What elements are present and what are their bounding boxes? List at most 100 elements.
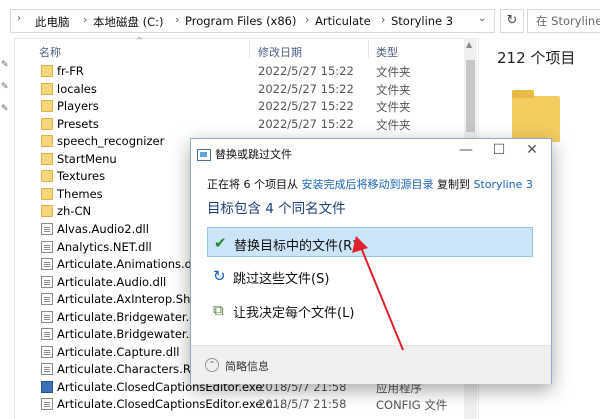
conflict-heading: 目标包含 4 个同名文件 — [207, 201, 346, 217]
folder-icon — [41, 170, 53, 183]
skip-arrow-icon: ↻ — [213, 267, 226, 285]
source-link[interactable]: 安装完成后将移动到源目录 — [302, 178, 434, 191]
decide-each-option[interactable]: ⧉ 让我决定每个文件(L) — [207, 295, 533, 325]
breadcrumb-storyline[interactable]: Storyline 3 — [391, 14, 453, 28]
file-name: speech_recognizer — [57, 134, 165, 149]
application-icon — [41, 380, 53, 393]
file-name: Articulate.Animations.dll — [57, 257, 199, 272]
column-name[interactable]: 名称 — [39, 44, 61, 60]
folder-icon — [41, 100, 53, 113]
copy-status-prefix: 正在将 6 个项目从 — [207, 178, 302, 191]
close-button[interactable]: ✕ — [517, 142, 547, 158]
chevron-right-icon[interactable]: › — [381, 13, 385, 26]
file-date: 2022/5/27 15:22 — [258, 99, 354, 114]
file-name: Articulate.Bridgewater.Xml — [57, 327, 212, 342]
maximize-button[interactable]: ☐ — [484, 142, 514, 158]
file-date: 2022/5/27 15:22 — [258, 64, 354, 78]
file-name: StartMenu — [57, 151, 117, 166]
copy-status: 正在将 6 个项目从 安装完成后将移动到源目录 复制到 Storyline 3 — [207, 176, 533, 192]
decide-each-label: 让我决定每个文件(L) — [233, 306, 355, 321]
list-item[interactable]: Presets 2022/5/27 15:22 文件夹 — [37, 116, 467, 133]
file-name: Articulate.Characters.Rend — [57, 362, 212, 377]
copy-status-middle: 复制到 — [433, 178, 474, 191]
folder-icon — [41, 152, 53, 165]
item-count: 212 个项目 — [497, 49, 576, 67]
column-type[interactable]: 类型 — [376, 44, 398, 60]
scrollbar-thumb[interactable] — [466, 60, 475, 132]
navigation-pane[interactable]: ✎ ✎ ✎ — [0, 38, 15, 419]
list-item[interactable]: Articulate.ClosedCaptionsEditor.exe.c...… — [37, 396, 467, 413]
file-type: CONFIG 文件 — [376, 398, 448, 413]
file-date: 2022/5/27 15:22 — [258, 116, 354, 131]
file-type: 文件夹 — [376, 65, 411, 79]
file-name: zh-CN — [57, 204, 92, 219]
folder-icon — [41, 205, 53, 218]
file-icon — [41, 222, 53, 235]
file-date: 2022/5/27 15:22 — [258, 81, 354, 96]
file-icon — [41, 240, 53, 253]
refresh-icon[interactable]: ↻ — [500, 9, 524, 33]
breadcrumb-local-disk[interactable]: 本地磁盘 (C:) — [93, 14, 164, 30]
scroll-up-icon[interactable]: ▲ — [466, 40, 472, 49]
chevron-right-icon[interactable]: › — [83, 13, 87, 26]
skip-files-label: 跳过这些文件(S) — [233, 272, 330, 287]
column-divider[interactable] — [249, 40, 250, 58]
column-divider[interactable] — [368, 40, 369, 58]
file-name: Analytics.NET.dll — [57, 239, 152, 254]
list-item[interactable]: locales 2022/5/27 15:22 文件夹 — [37, 81, 467, 98]
folder-icon — [41, 117, 53, 130]
breadcrumb-program-files[interactable]: Program Files (x86) — [185, 14, 296, 28]
file-type: 文件夹 — [376, 82, 411, 97]
file-name: Articulate.Capture.dll — [57, 344, 180, 359]
dialog-title: 替换或跳过文件 — [215, 148, 292, 161]
file-name: Textures — [57, 169, 106, 184]
pin-icon: ✎ — [1, 60, 9, 70]
pin-icon: ✎ — [1, 104, 9, 114]
file-date: 2018/5/7 21:58 — [258, 397, 347, 412]
file-name: Presets — [57, 116, 99, 131]
breadcrumb-this-pc[interactable]: 此电脑 — [35, 14, 70, 30]
file-name: Articulate.ClosedCaptionsEditor.exe.c... — [57, 397, 284, 412]
dialog-footer: ⌃ 简略信息 — [191, 345, 551, 384]
checkmark-icon: ✔ — [214, 234, 227, 252]
list-item[interactable]: fr-FR 2022/5/27 15:22 文件夹 — [37, 63, 467, 80]
file-name: locales — [57, 81, 97, 96]
address-dropdown-icon[interactable]: ⌄ — [478, 13, 486, 24]
file-icon — [41, 398, 53, 411]
file-icon — [41, 258, 53, 271]
file-icon — [41, 293, 53, 306]
file-icon — [41, 328, 53, 341]
file-name: Articulate.Audio.dll — [57, 274, 167, 289]
pin-icon: ✎ — [1, 82, 9, 92]
file-type: 文件夹 — [376, 100, 411, 115]
address-bar[interactable]: › 此电脑 › 本地磁盘 (C:) › Program Files (x86) … — [10, 9, 495, 33]
breadcrumb-articulate[interactable]: Articulate — [315, 14, 371, 28]
chevron-right-icon[interactable]: › — [305, 13, 309, 26]
file-icon — [41, 345, 53, 358]
folder-icon — [41, 65, 53, 77]
replace-skip-dialog: 替换或跳过文件 — ☐ ✕ 正在将 6 个项目从 安装完成后将移动到源目录 复制… — [190, 138, 552, 384]
fewer-details-toggle[interactable]: 简略信息 — [225, 358, 269, 374]
folder-icon — [512, 90, 560, 142]
file-name: fr-FR — [57, 64, 84, 78]
chevron-up-icon[interactable]: ⌃ — [205, 358, 219, 372]
file-name: Players — [57, 99, 99, 114]
replace-files-option[interactable]: ✔ 替换目标中的文件(R) — [207, 227, 533, 257]
file-name: Alvas.Audio2.dll — [57, 221, 149, 236]
list-item[interactable]: Players 2022/5/27 15:22 文件夹 — [37, 98, 467, 115]
address-toolbar: › 此电脑 › 本地磁盘 (C:) › Program Files (x86) … — [0, 0, 600, 39]
sort-up-icon: ^ — [136, 36, 143, 45]
location-dropdown-icon[interactable]: › — [17, 13, 21, 24]
compare-files-icon: ⧉ — [213, 301, 224, 319]
skip-files-option[interactable]: ↻ 跳过这些文件(S) — [207, 261, 533, 291]
file-name: Themes — [57, 186, 103, 201]
replace-files-label: 替换目标中的文件(R) — [234, 239, 358, 254]
file-name: Articulate.Bridgewater.dll — [57, 309, 203, 324]
file-icon — [41, 363, 53, 376]
folder-icon — [41, 187, 53, 200]
minimize-button[interactable]: — — [451, 142, 481, 158]
search-input[interactable]: 在 Storyline 3 — [527, 9, 600, 33]
destination-link[interactable]: Storyline 3 — [474, 178, 533, 191]
column-date[interactable]: 修改日期 — [258, 44, 302, 60]
chevron-right-icon[interactable]: › — [175, 13, 179, 26]
